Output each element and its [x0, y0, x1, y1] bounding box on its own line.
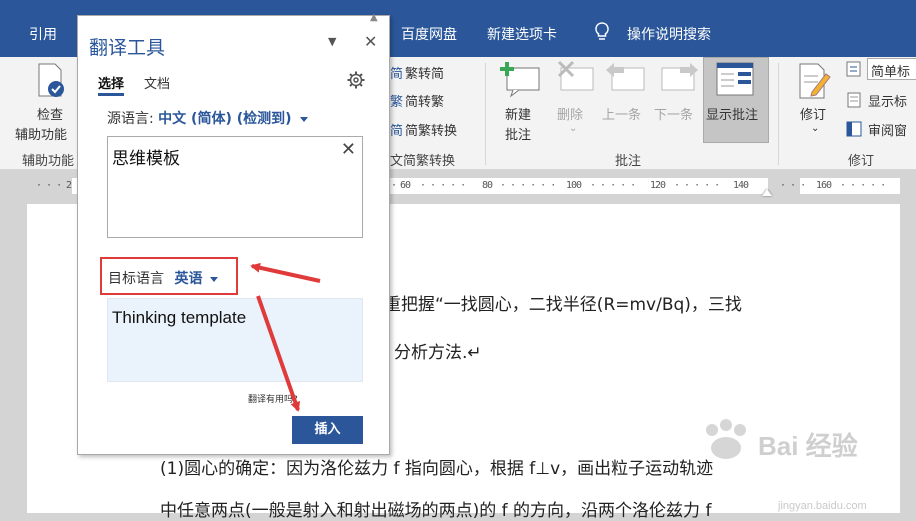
- arrow-to-target-language: [250, 262, 321, 283]
- annotation-arrows: [250, 262, 321, 412]
- arrow-to-insert-button: [256, 295, 301, 412]
